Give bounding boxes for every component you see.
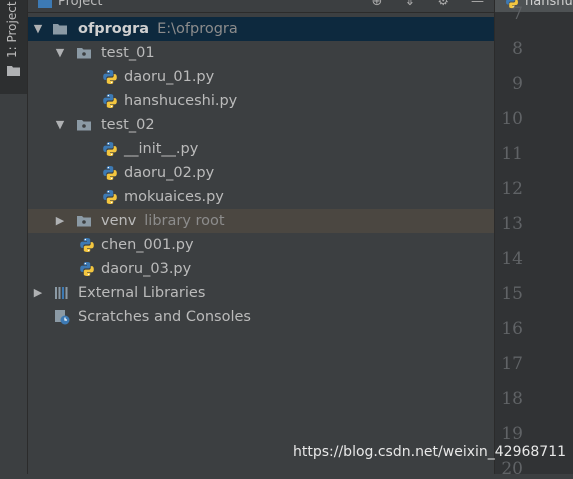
tree-item-root[interactable]: ▼ ofprogra E:\ofprogra	[28, 17, 494, 41]
tree-item-file[interactable]: mokuaices.py	[28, 185, 494, 209]
file-label: daoru_03.py	[101, 261, 192, 277]
line-number: 13	[501, 214, 523, 234]
root-folder-label: ofprogra E:\ofprogra	[78, 17, 238, 41]
line-number: 10	[501, 109, 523, 129]
file-label: daoru_01.py	[124, 69, 215, 85]
panel-title[interactable]: Project	[58, 0, 102, 9]
root-folder-path: E:\ofprogra	[157, 21, 238, 37]
line-number: 19	[501, 424, 523, 444]
line-number: 20	[501, 459, 523, 479]
tree-item-file[interactable]: chen_001.py	[28, 233, 494, 257]
venv-name: venv	[101, 213, 137, 229]
hide-icon[interactable]: —	[471, 0, 484, 9]
file-label: hanshuceshi.py	[124, 93, 238, 109]
scratches-label: Scratches and Consoles	[78, 309, 251, 325]
line-number: 18	[501, 389, 523, 409]
folder-icon	[7, 66, 20, 76]
library-icon	[55, 287, 68, 299]
project-panel-header: Project ⊕ ⇕ ⚙ —	[28, 0, 494, 13]
tree-item-file[interactable]: daoru_01.py	[28, 65, 494, 89]
python-file-icon	[102, 69, 118, 85]
python-file-icon	[102, 189, 118, 205]
editor-tab[interactable]: hanshu	[495, 0, 573, 12]
python-file-icon	[79, 237, 95, 253]
chevron-down-icon[interactable]: ▼	[54, 113, 66, 137]
tree-item-test-02[interactable]: ▼ test_02	[28, 113, 494, 137]
gear-icon[interactable]: ⚙	[437, 0, 449, 9]
tool-window-strip: 1: Project	[0, 0, 28, 474]
editor-gutter: hanshu 7 8 9 10 11 12 13 14 15 16 17 18 19 20	[494, 0, 573, 479]
chevron-right-icon[interactable]: ▶	[54, 209, 66, 233]
line-number: 16	[501, 319, 523, 339]
tree-item-test-01[interactable]: ▼ test_01	[28, 41, 494, 65]
venv-note: library root	[144, 213, 225, 229]
file-label: chen_001.py	[101, 237, 194, 253]
folder-label: venv library root	[101, 209, 225, 233]
line-number: 8	[512, 39, 523, 59]
line-number: 7	[512, 4, 523, 24]
root-folder-name: ofprogra	[78, 21, 150, 37]
line-number: 14	[501, 249, 523, 269]
file-label: __init__.py	[124, 141, 199, 157]
locate-icon[interactable]: ⊕	[372, 0, 383, 9]
watermark: https://blog.csdn.net/weixin_42968711	[293, 444, 567, 460]
project-icon	[38, 0, 52, 8]
external-libraries-label: External Libraries	[78, 285, 206, 301]
line-number: 12	[501, 179, 523, 199]
file-label: mokuaices.py	[124, 189, 224, 205]
package-folder-icon	[76, 45, 92, 61]
line-number: 17	[501, 354, 523, 374]
tree-item-file[interactable]: daoru_02.py	[28, 161, 494, 185]
tree-item-scratches[interactable]: Scratches and Consoles	[28, 305, 494, 329]
line-number: 9	[512, 74, 523, 94]
tree-item-venv[interactable]: ▶ venv library root	[28, 209, 494, 233]
python-file-icon	[79, 261, 95, 277]
project-tool-tab-label: 1: Project	[5, 1, 19, 58]
scratches-icon	[55, 310, 70, 325]
folder-label: test_02	[101, 117, 155, 133]
collapse-all-icon[interactable]: ⇕	[404, 0, 415, 9]
python-file-icon	[102, 141, 118, 157]
package-folder-icon	[76, 117, 92, 133]
folder-icon	[52, 21, 68, 37]
tree-item-file[interactable]: __init__.py	[28, 137, 494, 161]
python-file-icon	[102, 165, 118, 181]
library-folder-icon	[76, 213, 92, 229]
line-number: 11	[501, 144, 523, 164]
line-number: 15	[501, 284, 523, 304]
chevron-down-icon[interactable]: ▼	[54, 41, 66, 65]
chevron-down-icon[interactable]: ▼	[32, 17, 44, 41]
project-tree: ▼ ofprogra E:\ofprogra ▼ test_01 daoru_01…	[28, 17, 494, 329]
python-file-icon	[102, 93, 118, 109]
file-label: daoru_02.py	[124, 165, 215, 181]
project-tool-tab[interactable]: 1: Project	[0, 0, 27, 94]
folder-label: test_01	[101, 45, 155, 61]
tree-item-file[interactable]: hanshuceshi.py	[28, 89, 494, 113]
chevron-right-icon[interactable]: ▶	[32, 281, 44, 305]
tree-item-external-libraries[interactable]: ▶ External Libraries	[28, 281, 494, 305]
editor-tab-label: hanshu	[525, 0, 573, 9]
tree-item-file[interactable]: daoru_03.py	[28, 257, 494, 281]
